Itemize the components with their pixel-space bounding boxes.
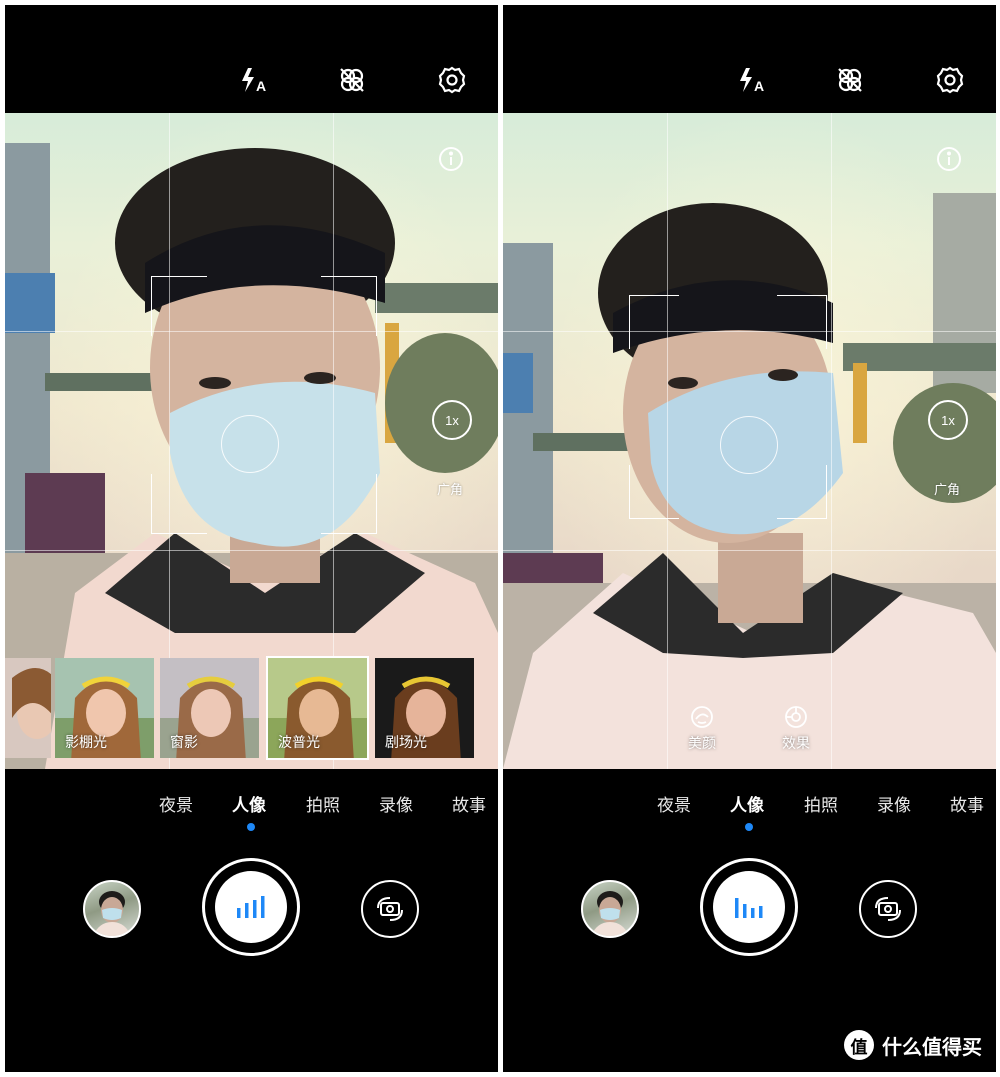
mode-night[interactable]: 夜景 <box>657 791 691 816</box>
mode-night[interactable]: 夜景 <box>159 791 193 816</box>
thumbnail-image <box>93 891 131 936</box>
grid-line <box>503 550 996 551</box>
active-mode-indicator <box>247 823 255 831</box>
settings-gear-icon[interactable] <box>935 65 965 95</box>
lighting-filter-strip: 影棚光 窗影 波普光 剧场光 <box>5 656 498 761</box>
face-focus-frame <box>150 275 378 535</box>
effect-aperture-icon <box>785 706 807 728</box>
shutter-button[interactable] <box>202 858 300 956</box>
mode-portrait[interactable]: 人像 <box>232 791 266 816</box>
focus-circle <box>720 416 778 474</box>
wide-angle-label[interactable]: 广角 <box>437 479 463 498</box>
top-toolbar: A <box>5 5 498 113</box>
zoom-button[interactable]: 1x <box>432 400 472 440</box>
camera-screen-filters: A 1x 广角 影棚光 窗影 波普光 剧场光 夜景 人像 拍照 录像 故事 <box>5 5 498 1072</box>
switch-camera-icon <box>377 897 403 921</box>
beauty-button[interactable]: 美颜 <box>677 705 727 753</box>
flash-auto-icon[interactable]: A <box>736 65 766 95</box>
ai-off-icon[interactable] <box>835 65 865 95</box>
thumbnail-image <box>591 891 629 936</box>
ai-off-icon[interactable] <box>337 65 367 95</box>
beauty-label: 美颜 <box>688 736 716 752</box>
mode-video[interactable]: 录像 <box>877 791 911 816</box>
filter-option[interactable]: 窗影 <box>158 656 261 760</box>
flash-auto-icon[interactable]: A <box>238 65 268 95</box>
grid-line <box>5 550 498 551</box>
sound-bars-icon <box>735 898 763 918</box>
mode-portrait[interactable]: 人像 <box>730 791 764 816</box>
shutter-inner <box>215 871 287 943</box>
effect-button[interactable]: 效果 <box>771 705 821 753</box>
filter-preview-image <box>5 658 51 758</box>
filter-option[interactable]: 剧场光 <box>373 656 476 760</box>
filter-option-selected[interactable]: 波普光 <box>266 656 369 760</box>
filter-option[interactable] <box>5 656 53 760</box>
switch-camera-icon <box>875 897 901 921</box>
svg-text:A: A <box>754 78 764 94</box>
sound-bars-icon <box>237 896 265 918</box>
gallery-thumbnail[interactable] <box>83 880 141 938</box>
grid-line <box>831 113 832 769</box>
info-icon[interactable] <box>438 146 464 172</box>
wide-angle-label[interactable]: 广角 <box>934 479 960 498</box>
mode-selector: 夜景 人像 拍照 录像 故事 <box>503 791 996 821</box>
active-mode-indicator <box>745 823 753 831</box>
mode-photo[interactable]: 拍照 <box>804 791 838 816</box>
camera-viewfinder[interactable]: 1x 广角 美颜 效果 <box>503 113 996 769</box>
watermark-text: 什么值得买 <box>882 1034 982 1059</box>
site-watermark: 值 什么值得买 <box>844 1030 982 1060</box>
beauty-face-icon <box>691 706 713 728</box>
camera-screen-portrait: A 1x 广角 美颜 效果 夜景 人像 拍照 录像 故事 值 什么值得买 <box>503 5 996 1072</box>
zoom-button[interactable]: 1x <box>928 400 968 440</box>
top-toolbar: A <box>503 5 996 113</box>
gallery-thumbnail[interactable] <box>581 880 639 938</box>
mode-selector: 夜景 人像 拍照 录像 故事 <box>5 791 498 821</box>
shutter-inner <box>713 871 785 943</box>
mode-story[interactable]: 故事 <box>950 791 984 816</box>
face-focus-frame <box>628 294 828 520</box>
mode-video[interactable]: 录像 <box>379 791 413 816</box>
switch-camera-button[interactable] <box>361 880 419 938</box>
mode-story[interactable]: 故事 <box>452 791 486 816</box>
camera-viewfinder[interactable]: 1x 广角 影棚光 窗影 波普光 剧场光 <box>5 113 498 769</box>
svg-text:A: A <box>256 78 266 94</box>
settings-gear-icon[interactable] <box>437 65 467 95</box>
mode-photo[interactable]: 拍照 <box>306 791 340 816</box>
focus-circle <box>221 415 279 473</box>
info-icon[interactable] <box>936 146 962 172</box>
filter-option[interactable]: 影棚光 <box>53 656 156 760</box>
watermark-logo: 值 <box>844 1030 874 1060</box>
effect-label: 效果 <box>782 736 810 752</box>
shutter-button[interactable] <box>700 858 798 956</box>
switch-camera-button[interactable] <box>859 880 917 938</box>
